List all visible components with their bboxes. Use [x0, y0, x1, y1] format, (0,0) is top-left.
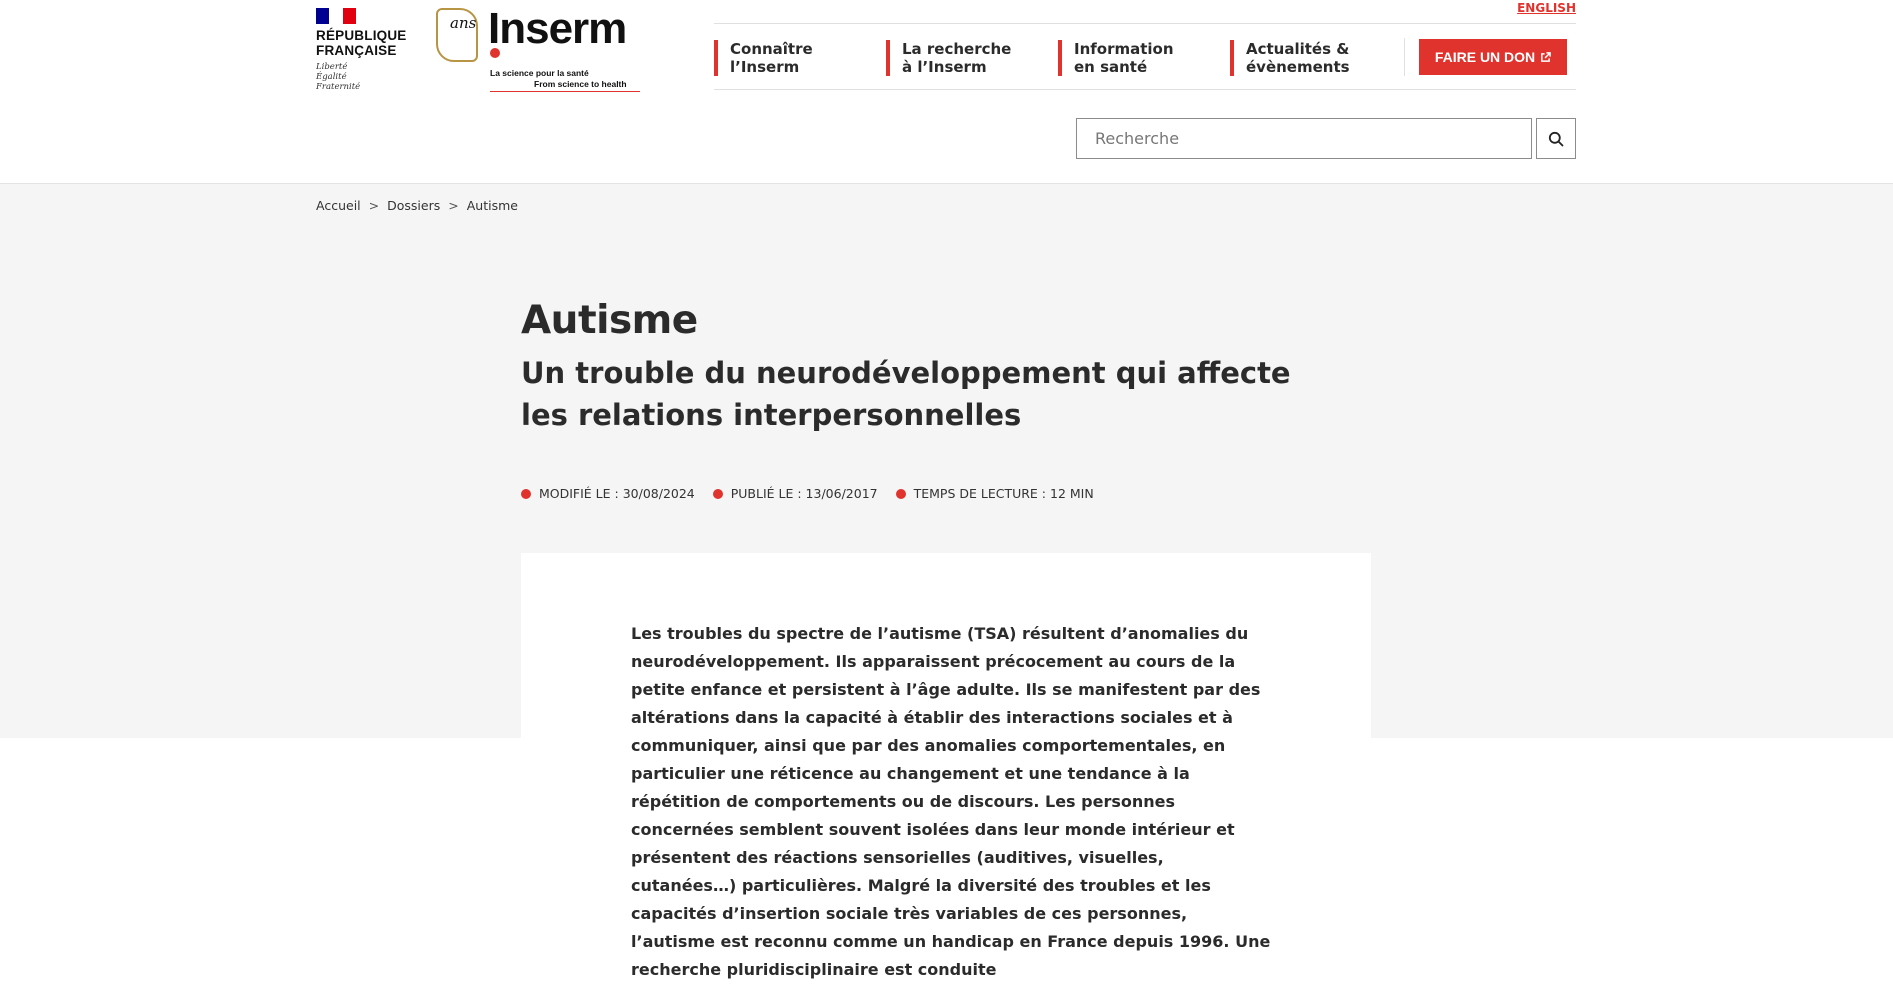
inserm-dot-icon — [490, 48, 500, 58]
nav-divider — [1404, 38, 1405, 76]
meta-reading-time-text: TEMPS DE LECTURE : 12 MIN — [913, 486, 1094, 501]
nav-item-connaitre-inserm[interactable]: Connaître l’Inserm — [714, 40, 813, 76]
inserm-logo[interactable]: ans Inserm La science pour la santé From… — [436, 4, 642, 92]
meta-modified-text: MODIFIÉ LE : 30/08/2024 — [539, 486, 695, 501]
breadcrumb-current: Autisme — [466, 198, 518, 213]
inserm-name: Inserm — [488, 4, 627, 53]
meta-published-text: PUBLIÉ LE : 13/06/2017 — [730, 486, 878, 501]
search-button[interactable] — [1536, 118, 1576, 159]
bullet-dot-icon — [895, 488, 906, 499]
republique-name: RÉPUBLIQUE FRANÇAISE — [316, 28, 407, 58]
donate-button[interactable]: FAIRE UN DON — [1419, 39, 1567, 75]
english-language-link[interactable]: ENGLISH — [1517, 1, 1576, 15]
bullet-dot-icon — [521, 488, 531, 499]
nav-item-recherche[interactable]: La recherche à l’Inserm — [886, 40, 1011, 76]
french-flag-icon — [316, 8, 356, 24]
meta-modified: MODIFIÉ LE : 30/08/2024 — [521, 486, 695, 501]
breadcrumb-accueil[interactable]: Accueil — [316, 198, 361, 213]
inserm-tagline-rule — [490, 91, 640, 92]
meta-reading-time: TEMPS DE LECTURE : 12 MIN — [895, 486, 1094, 501]
bullet-dot-icon — [712, 488, 723, 499]
donate-label: FAIRE UN DON — [1434, 49, 1536, 65]
nav-item-information-sante[interactable]: Information en santé — [1058, 40, 1174, 76]
main-navigation: Connaître l’Inserm La recherche à l’Inse… — [714, 23, 1576, 90]
search-icon — [1548, 131, 1564, 146]
article-intro: Les troubles du spectre de l’autisme (TS… — [631, 624, 1271, 979]
anniversary-badge-text: ans — [450, 14, 477, 32]
inserm-tagline: La science pour la santé From science to… — [490, 68, 627, 89]
breadcrumb-separator: > — [368, 198, 380, 213]
meta-published: PUBLIÉ LE : 13/06/2017 — [712, 486, 878, 501]
external-link-icon — [1541, 51, 1551, 62]
page-subtitle: Un trouble du neurodéveloppement qui aff… — [521, 356, 1291, 432]
page-title: Autisme — [521, 298, 698, 343]
republique-francaise-logo[interactable]: RÉPUBLIQUE FRANÇAISE Liberté Égalité Fra… — [316, 8, 416, 92]
article-meta: MODIFIÉ LE : 30/08/2024 PUBLIÉ LE : 13/0… — [521, 486, 1094, 501]
breadcrumb: Accueil > Dossiers > Autisme — [316, 198, 518, 213]
breadcrumb-separator: > — [448, 198, 459, 213]
site-header: RÉPUBLIQUE FRANÇAISE Liberté Égalité Fra… — [0, 0, 1893, 184]
breadcrumb-dossiers[interactable]: Dossiers — [387, 198, 440, 213]
republique-motto: Liberté Égalité Fraternité — [316, 62, 361, 92]
search-input[interactable] — [1076, 118, 1532, 159]
nav-item-actualites[interactable]: Actualités & évènements — [1230, 40, 1350, 76]
